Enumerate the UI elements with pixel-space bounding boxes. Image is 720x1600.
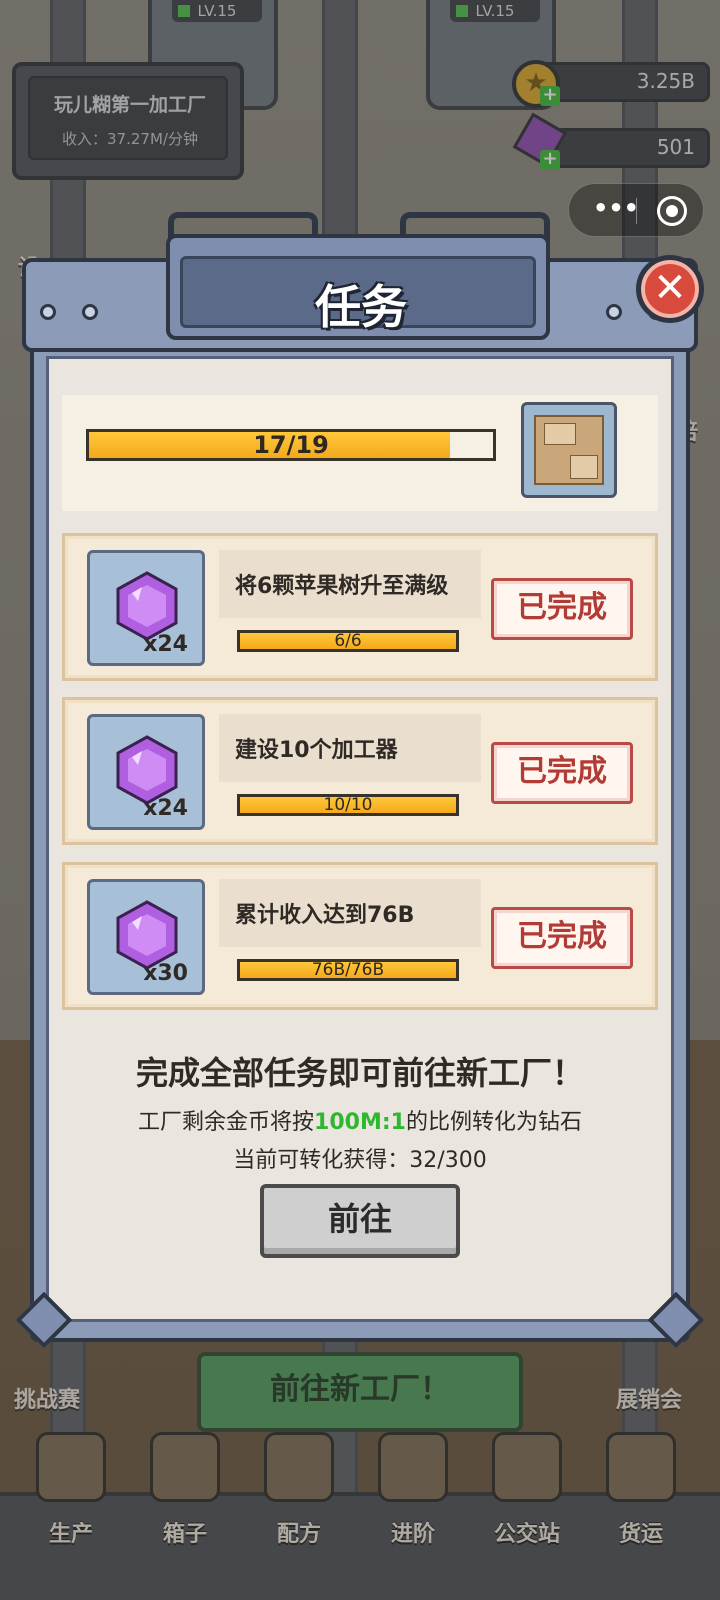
purple-gem-icon [116, 735, 178, 805]
conversion-ratio: 100M:1 [314, 1110, 406, 1135]
task-description: 将6颗苹果树升至满级 [235, 574, 449, 599]
dialog-title: 任务 [315, 280, 407, 334]
reward-quantity: x24 [143, 796, 188, 821]
task-progress-bar: 76B/76B [237, 959, 459, 981]
convertible-amount-text: 当前可转化获得：32/300 [233, 1148, 487, 1173]
reward-quantity: x30 [143, 961, 188, 986]
completed-button[interactable]: 已完成 [491, 578, 633, 640]
task-description: 累计收入达到76B [235, 903, 415, 928]
task-progress-text: 6/6 [334, 631, 362, 651]
task-progress-text: 76B/76B [311, 960, 385, 980]
reward-quantity: x24 [143, 632, 188, 657]
dialog-title-plate: 任务 [166, 234, 550, 340]
task-description: 建设10个加工器 [235, 738, 398, 763]
footer-title: 完成全部任务即可前往新工厂！ [135, 1054, 584, 1092]
conversion-rate-text: 工厂剩余金币将按100M:1的比例转化为钻石 [138, 1110, 582, 1135]
task-progress-text: 10/10 [323, 795, 373, 815]
miniprogram-capsule: ••• [568, 183, 704, 237]
bolt-decoration [40, 304, 56, 320]
task-card: x24 将6颗苹果树升至满级 6/6 已完成 [62, 533, 658, 681]
go-button[interactable]: 前往 [260, 1184, 460, 1258]
new-factory-thumbnail [521, 402, 617, 498]
task-progress-bar: 6/6 [237, 630, 459, 652]
bolt-decoration [82, 304, 98, 320]
close-button[interactable]: ✕ [636, 255, 704, 323]
more-menu-icon[interactable]: ••• [593, 194, 639, 222]
purple-gem-icon [116, 571, 178, 641]
completed-button[interactable]: 已完成 [491, 742, 633, 804]
task-card: x24 建设10个加工器 10/10 已完成 [62, 697, 658, 845]
reward-box: x24 [87, 714, 205, 830]
overall-progress-bar: 17/19 [86, 429, 496, 461]
task-progress-bar: 10/10 [237, 794, 459, 816]
factory-building-icon [534, 415, 604, 485]
purple-gem-icon [116, 900, 178, 970]
overall-progress-text: 17/19 [253, 431, 329, 459]
bolt-decoration [606, 304, 622, 320]
completed-button[interactable]: 已完成 [491, 907, 633, 969]
task-card: x30 累计收入达到76B 76B/76B 已完成 [62, 862, 658, 1010]
reward-box: x30 [87, 879, 205, 995]
close-icon: ✕ [653, 265, 687, 311]
exit-miniprogram-icon[interactable] [657, 196, 687, 226]
reward-box: x24 [87, 550, 205, 666]
